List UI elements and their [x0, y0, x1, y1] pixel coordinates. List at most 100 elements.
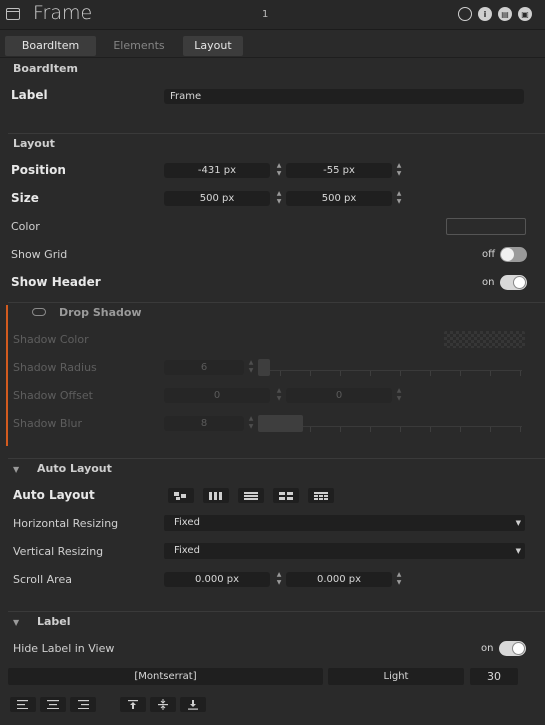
label-section-collapse-icon[interactable]: ▼ — [13, 618, 19, 627]
shadow-radius-stepper[interactable]: ▲ ▼ — [247, 359, 255, 375]
save-icon[interactable]: ▤ — [498, 7, 512, 21]
slider-tick — [460, 371, 461, 376]
shadow-color-swatch[interactable] — [444, 331, 525, 348]
columns-icon[interactable] — [203, 488, 229, 503]
tab-elements[interactable]: Elements — [98, 36, 180, 56]
scroll-area-x-input[interactable]: 0.000 px — [164, 572, 270, 587]
dropdown-arrow-icon: ▼ — [515, 547, 521, 555]
info-icon[interactable]: i — [478, 7, 492, 21]
shadow-blur-input[interactable]: 8 — [164, 416, 244, 431]
shadow-radius-slider-handle[interactable] — [258, 359, 270, 376]
divider — [8, 611, 545, 612]
position-x-input[interactable]: -431 px — [164, 163, 270, 178]
boarditem-section-title: BoardItem — [13, 62, 78, 75]
shadow-radius-slider-track[interactable] — [258, 370, 522, 371]
size-caption: Size — [11, 191, 39, 205]
font-weight-select[interactable]: Light — [328, 668, 464, 685]
shadow-blur-stepper[interactable]: ▲ ▼ — [247, 415, 255, 431]
position-y-input[interactable]: -55 px — [286, 163, 392, 178]
shadow-offset-caption: Shadow Offset — [13, 389, 93, 402]
slider-tick — [370, 427, 371, 432]
divider — [8, 302, 545, 303]
drop-shadow-title: Drop Shadow — [59, 306, 142, 319]
label-caption: Label — [11, 88, 48, 102]
horizontal-resizing-caption: Horizontal Resizing — [13, 517, 119, 530]
lock-icon[interactable]: ▣ — [518, 7, 532, 21]
shadow-offset-y-input[interactable]: 0 — [286, 388, 392, 403]
auto-layout-section-title: Auto Layout — [37, 462, 112, 475]
shadow-radius-caption: Shadow Radius — [13, 361, 97, 374]
layout-section-title: Layout — [13, 137, 55, 150]
table-grid-icon[interactable] — [308, 488, 334, 503]
slider-tick — [520, 427, 521, 432]
drop-shadow-enable-toggle[interactable] — [32, 308, 46, 316]
scroll-area-y-stepper[interactable]: ▲ ▼ — [395, 571, 403, 587]
align-center-icon[interactable] — [40, 697, 66, 712]
show-header-state: on — [482, 277, 495, 288]
position-caption: Position — [11, 163, 66, 177]
slider-tick — [430, 371, 431, 376]
slider-tick — [490, 371, 491, 376]
auto-layout-collapse-icon[interactable]: ▼ — [13, 465, 19, 474]
size-width-input[interactable]: 500 px — [164, 191, 270, 206]
hide-label-state: on — [481, 643, 494, 654]
font-size-input[interactable]: 30 — [470, 668, 518, 685]
shadow-color-caption: Shadow Color — [13, 333, 89, 346]
scroll-area-y-input[interactable]: 0.000 px — [286, 572, 392, 587]
slider-tick — [400, 371, 401, 376]
show-grid-toggle[interactable] — [500, 247, 527, 262]
size-height-stepper[interactable]: ▲ ▼ — [395, 190, 403, 206]
slider-tick — [310, 427, 311, 432]
show-header-toggle[interactable] — [500, 275, 527, 290]
rows-icon[interactable] — [238, 488, 264, 503]
scroll-area-caption: Scroll Area — [13, 573, 72, 586]
tab-divider — [0, 57, 545, 58]
dropdown-arrow-icon: ▼ — [515, 519, 521, 527]
size-height-input[interactable]: 500 px — [286, 191, 392, 206]
freeform-icon[interactable] — [168, 488, 194, 503]
color-caption: Color — [11, 220, 40, 233]
slider-tick — [280, 427, 281, 432]
color-swatch[interactable] — [446, 218, 526, 235]
font-family-select[interactable]: [Montserrat] — [8, 668, 323, 685]
size-width-stepper[interactable]: ▲ ▼ — [275, 190, 283, 206]
divider — [8, 133, 545, 134]
slider-tick — [400, 427, 401, 432]
position-y-stepper[interactable]: ▲ ▼ — [395, 162, 403, 178]
align-bottom-icon[interactable] — [180, 697, 206, 712]
scroll-area-x-stepper[interactable]: ▲ ▼ — [275, 571, 283, 587]
tab-boarditem[interactable]: BoardItem — [5, 36, 96, 56]
label-input[interactable]: Frame — [164, 89, 524, 104]
tab-layout[interactable]: Layout — [183, 36, 243, 56]
align-middle-icon[interactable] — [150, 697, 176, 712]
show-grid-state: off — [482, 249, 496, 260]
slider-tick — [370, 371, 371, 376]
slider-tick — [340, 371, 341, 376]
grid-icon[interactable] — [273, 488, 299, 503]
shadow-radius-input[interactable]: 6 — [164, 360, 244, 375]
shadow-offset-x-input[interactable]: 0 — [164, 388, 270, 403]
shadow-offset-x-stepper[interactable]: ▲ ▼ — [275, 387, 283, 403]
slider-tick — [280, 371, 281, 376]
show-grid-caption: Show Grid — [11, 248, 68, 261]
position-x-stepper[interactable]: ▲ ▼ — [275, 162, 283, 178]
slider-tick — [310, 371, 311, 376]
slider-tick — [520, 371, 521, 376]
show-header-caption: Show Header — [11, 275, 101, 289]
auto-layout-caption: Auto Layout — [13, 488, 95, 502]
hide-label-toggle[interactable] — [499, 641, 526, 656]
window-title: Frame — [33, 2, 93, 24]
slider-tick — [460, 427, 461, 432]
align-top-icon[interactable] — [120, 697, 146, 712]
vertical-resizing-select[interactable]: Fixed ▼ — [164, 543, 525, 559]
window-icon — [6, 8, 20, 20]
shadow-offset-y-stepper[interactable]: ▲ ▼ — [395, 387, 403, 403]
vertical-resizing-value: Fixed — [174, 545, 200, 556]
slider-tick — [490, 427, 491, 432]
divider — [8, 458, 545, 459]
align-right-icon[interactable] — [70, 697, 96, 712]
align-left-icon[interactable] — [10, 697, 36, 712]
record-icon[interactable] — [458, 7, 472, 21]
horizontal-resizing-select[interactable]: Fixed ▼ — [164, 515, 525, 531]
shadow-blur-caption: Shadow Blur — [13, 417, 82, 430]
